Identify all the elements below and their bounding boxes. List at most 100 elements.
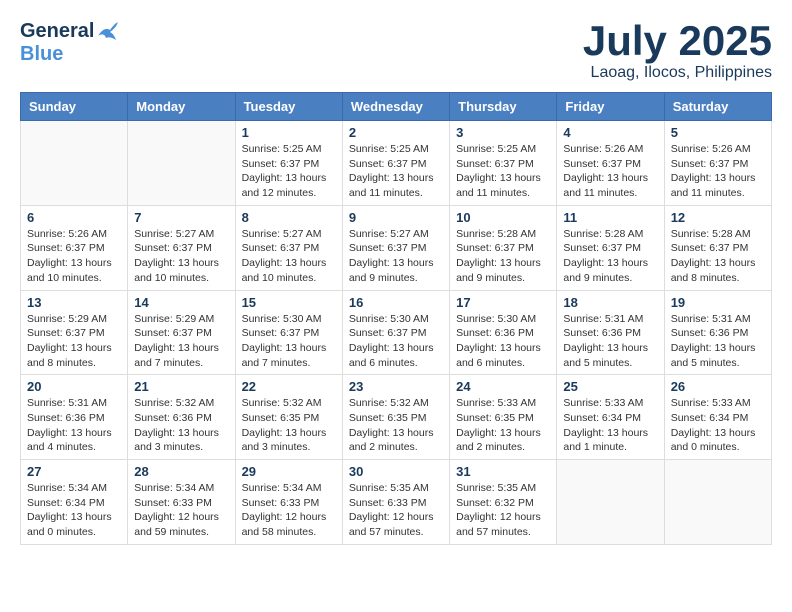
day-info: Sunrise: 5:35 AM Sunset: 6:32 PM Dayligh…	[456, 481, 550, 540]
day-number: 6	[27, 210, 121, 225]
day-info: Sunrise: 5:31 AM Sunset: 6:36 PM Dayligh…	[27, 396, 121, 455]
calendar-cell: 20Sunrise: 5:31 AM Sunset: 6:36 PM Dayli…	[21, 375, 128, 460]
calendar-cell: 16Sunrise: 5:30 AM Sunset: 6:37 PM Dayli…	[342, 290, 449, 375]
calendar-cell: 15 Sunrise: 5:30 AM Sunset: 6:37 PM Dayli…	[235, 290, 342, 375]
day-number: 10	[456, 210, 550, 225]
calendar-cell: 22 Sunrise: 5:32 AM Sunset: 6:35 PM Dayli…	[235, 375, 342, 460]
calendar-cell: 28 Sunrise: 5:34 AM Sunset: 6:33 PM Dayli…	[128, 460, 235, 545]
day-info: Sunrise: 5:32 AM Sunset: 6:36 PM Dayligh…	[134, 396, 228, 455]
day-info: Sunrise: 5:32 AM Sunset: 6:35 PM Dayligh…	[242, 396, 336, 455]
day-number: 29	[242, 464, 336, 479]
calendar-cell: 21 Sunrise: 5:32 AM Sunset: 6:36 PM Dayli…	[128, 375, 235, 460]
day-number: 3	[456, 125, 550, 140]
day-info: Sunrise: 5:25 AM Sunset: 6:37 PM Dayligh…	[349, 142, 443, 201]
day-number: 8	[242, 210, 336, 225]
logo: General Blue	[20, 20, 120, 66]
day-number: 13	[27, 295, 121, 310]
day-info: Sunrise: 5:28 AM Sunset: 6:37 PM Dayligh…	[563, 227, 657, 286]
day-number: 26	[671, 379, 765, 394]
logo-blue: Blue	[20, 43, 63, 65]
calendar-cell: 4 Sunrise: 5:26 AM Sunset: 6:37 PM Daylig…	[557, 121, 664, 206]
day-number: 24	[456, 379, 550, 394]
day-number: 15	[242, 295, 336, 310]
day-info: Sunrise: 5:26 AM Sunset: 6:37 PM Dayligh…	[563, 142, 657, 201]
calendar-cell	[664, 460, 771, 545]
calendar-cell: 2Sunrise: 5:25 AM Sunset: 6:37 PM Daylig…	[342, 121, 449, 206]
day-number: 1	[242, 125, 336, 140]
day-info: Sunrise: 5:30 AM Sunset: 6:37 PM Dayligh…	[242, 312, 336, 371]
month-title: July 2025	[583, 20, 772, 62]
calendar-cell	[128, 121, 235, 206]
day-info: Sunrise: 5:35 AM Sunset: 6:33 PM Dayligh…	[349, 481, 443, 540]
calendar-cell: 17Sunrise: 5:30 AM Sunset: 6:36 PM Dayli…	[450, 290, 557, 375]
calendar-cell: 18 Sunrise: 5:31 AM Sunset: 6:36 PM Dayli…	[557, 290, 664, 375]
calendar-week-row: 20Sunrise: 5:31 AM Sunset: 6:36 PM Dayli…	[21, 375, 772, 460]
day-number: 17	[456, 295, 550, 310]
day-number: 22	[242, 379, 336, 394]
calendar-cell: 24 Sunrise: 5:33 AM Sunset: 6:35 PM Dayli…	[450, 375, 557, 460]
calendar-cell: 29 Sunrise: 5:34 AM Sunset: 6:33 PM Dayli…	[235, 460, 342, 545]
day-number: 12	[671, 210, 765, 225]
day-info: Sunrise: 5:28 AM Sunset: 6:37 PM Dayligh…	[456, 227, 550, 286]
calendar-cell: 30 Sunrise: 5:35 AM Sunset: 6:33 PM Dayli…	[342, 460, 449, 545]
day-number: 4	[563, 125, 657, 140]
day-number: 27	[27, 464, 121, 479]
day-info: Sunrise: 5:27 AM Sunset: 6:37 PM Dayligh…	[134, 227, 228, 286]
day-info: Sunrise: 5:33 AM Sunset: 6:34 PM Dayligh…	[671, 396, 765, 455]
day-number: 19	[671, 295, 765, 310]
day-info: Sunrise: 5:33 AM Sunset: 6:35 PM Dayligh…	[456, 396, 550, 455]
day-number: 25	[563, 379, 657, 394]
day-info: Sunrise: 5:33 AM Sunset: 6:34 PM Dayligh…	[563, 396, 657, 455]
calendar-cell: 10 Sunrise: 5:28 AM Sunset: 6:37 PM Dayli…	[450, 205, 557, 290]
day-info: Sunrise: 5:31 AM Sunset: 6:36 PM Dayligh…	[671, 312, 765, 371]
calendar-cell: 26 Sunrise: 5:33 AM Sunset: 6:34 PM Dayli…	[664, 375, 771, 460]
calendar-cell: 7 Sunrise: 5:27 AM Sunset: 6:37 PM Daylig…	[128, 205, 235, 290]
day-info: Sunrise: 5:27 AM Sunset: 6:37 PM Dayligh…	[242, 227, 336, 286]
day-number: 14	[134, 295, 228, 310]
day-info: Sunrise: 5:30 AM Sunset: 6:37 PM Dayligh…	[349, 312, 443, 371]
day-info: Sunrise: 5:28 AM Sunset: 6:37 PM Dayligh…	[671, 227, 765, 286]
calendar-cell	[21, 121, 128, 206]
calendar-cell: 31 Sunrise: 5:35 AM Sunset: 6:32 PM Dayli…	[450, 460, 557, 545]
logo-bird-icon	[96, 22, 118, 42]
day-number: 7	[134, 210, 228, 225]
calendar-cell: 8 Sunrise: 5:27 AM Sunset: 6:37 PM Daylig…	[235, 205, 342, 290]
day-info: Sunrise: 5:29 AM Sunset: 6:37 PM Dayligh…	[134, 312, 228, 371]
calendar-week-row: 13 Sunrise: 5:29 AM Sunset: 6:37 PM Dayli…	[21, 290, 772, 375]
day-number: 5	[671, 125, 765, 140]
day-number: 18	[563, 295, 657, 310]
day-number: 28	[134, 464, 228, 479]
logo-general: General	[20, 20, 94, 43]
day-info: Sunrise: 5:34 AM Sunset: 6:34 PM Dayligh…	[27, 481, 121, 540]
day-info: Sunrise: 5:26 AM Sunset: 6:37 PM Dayligh…	[27, 227, 121, 286]
weekday-header: Friday	[557, 93, 664, 121]
calendar-cell: 19 Sunrise: 5:31 AM Sunset: 6:36 PM Dayli…	[664, 290, 771, 375]
day-info: Sunrise: 5:34 AM Sunset: 6:33 PM Dayligh…	[134, 481, 228, 540]
day-info: Sunrise: 5:26 AM Sunset: 6:37 PM Dayligh…	[671, 142, 765, 201]
calendar-cell: 13Sunrise: 5:29 AM Sunset: 6:37 PM Dayli…	[21, 290, 128, 375]
calendar-cell: 9 Sunrise: 5:27 AM Sunset: 6:37 PM Daylig…	[342, 205, 449, 290]
calendar-cell: 3Sunrise: 5:25 AM Sunset: 6:37 PM Daylig…	[450, 121, 557, 206]
day-info: Sunrise: 5:27 AM Sunset: 6:37 PM Dayligh…	[349, 227, 443, 286]
calendar-cell: 1 Sunrise: 5:25 AM Sunset: 6:37 PM Daylig…	[235, 121, 342, 206]
day-info: Sunrise: 5:25 AM Sunset: 6:37 PM Dayligh…	[242, 142, 336, 201]
logo-text: General Blue	[20, 20, 120, 66]
calendar: SundayMondayTuesdayWednesdayThursdayFrid…	[20, 92, 772, 545]
calendar-cell: 23Sunrise: 5:32 AM Sunset: 6:35 PM Dayli…	[342, 375, 449, 460]
day-number: 30	[349, 464, 443, 479]
calendar-week-row: 1 Sunrise: 5:25 AM Sunset: 6:37 PM Daylig…	[21, 121, 772, 206]
weekday-header: Wednesday	[342, 93, 449, 121]
calendar-cell: 14 Sunrise: 5:29 AM Sunset: 6:37 PM Dayli…	[128, 290, 235, 375]
calendar-week-row: 27 Sunrise: 5:34 AM Sunset: 6:34 PM Dayli…	[21, 460, 772, 545]
day-info: Sunrise: 5:31 AM Sunset: 6:36 PM Dayligh…	[563, 312, 657, 371]
day-number: 31	[456, 464, 550, 479]
calendar-cell: 25 Sunrise: 5:33 AM Sunset: 6:34 PM Dayli…	[557, 375, 664, 460]
day-number: 21	[134, 379, 228, 394]
calendar-cell: 12 Sunrise: 5:28 AM Sunset: 6:37 PM Dayli…	[664, 205, 771, 290]
day-number: 9	[349, 210, 443, 225]
day-info: Sunrise: 5:34 AM Sunset: 6:33 PM Dayligh…	[242, 481, 336, 540]
calendar-cell: 27 Sunrise: 5:34 AM Sunset: 6:34 PM Dayli…	[21, 460, 128, 545]
day-info: Sunrise: 5:32 AM Sunset: 6:35 PM Dayligh…	[349, 396, 443, 455]
location-title: Laoag, Ilocos, Philippines	[583, 64, 772, 82]
weekday-header: Thursday	[450, 93, 557, 121]
